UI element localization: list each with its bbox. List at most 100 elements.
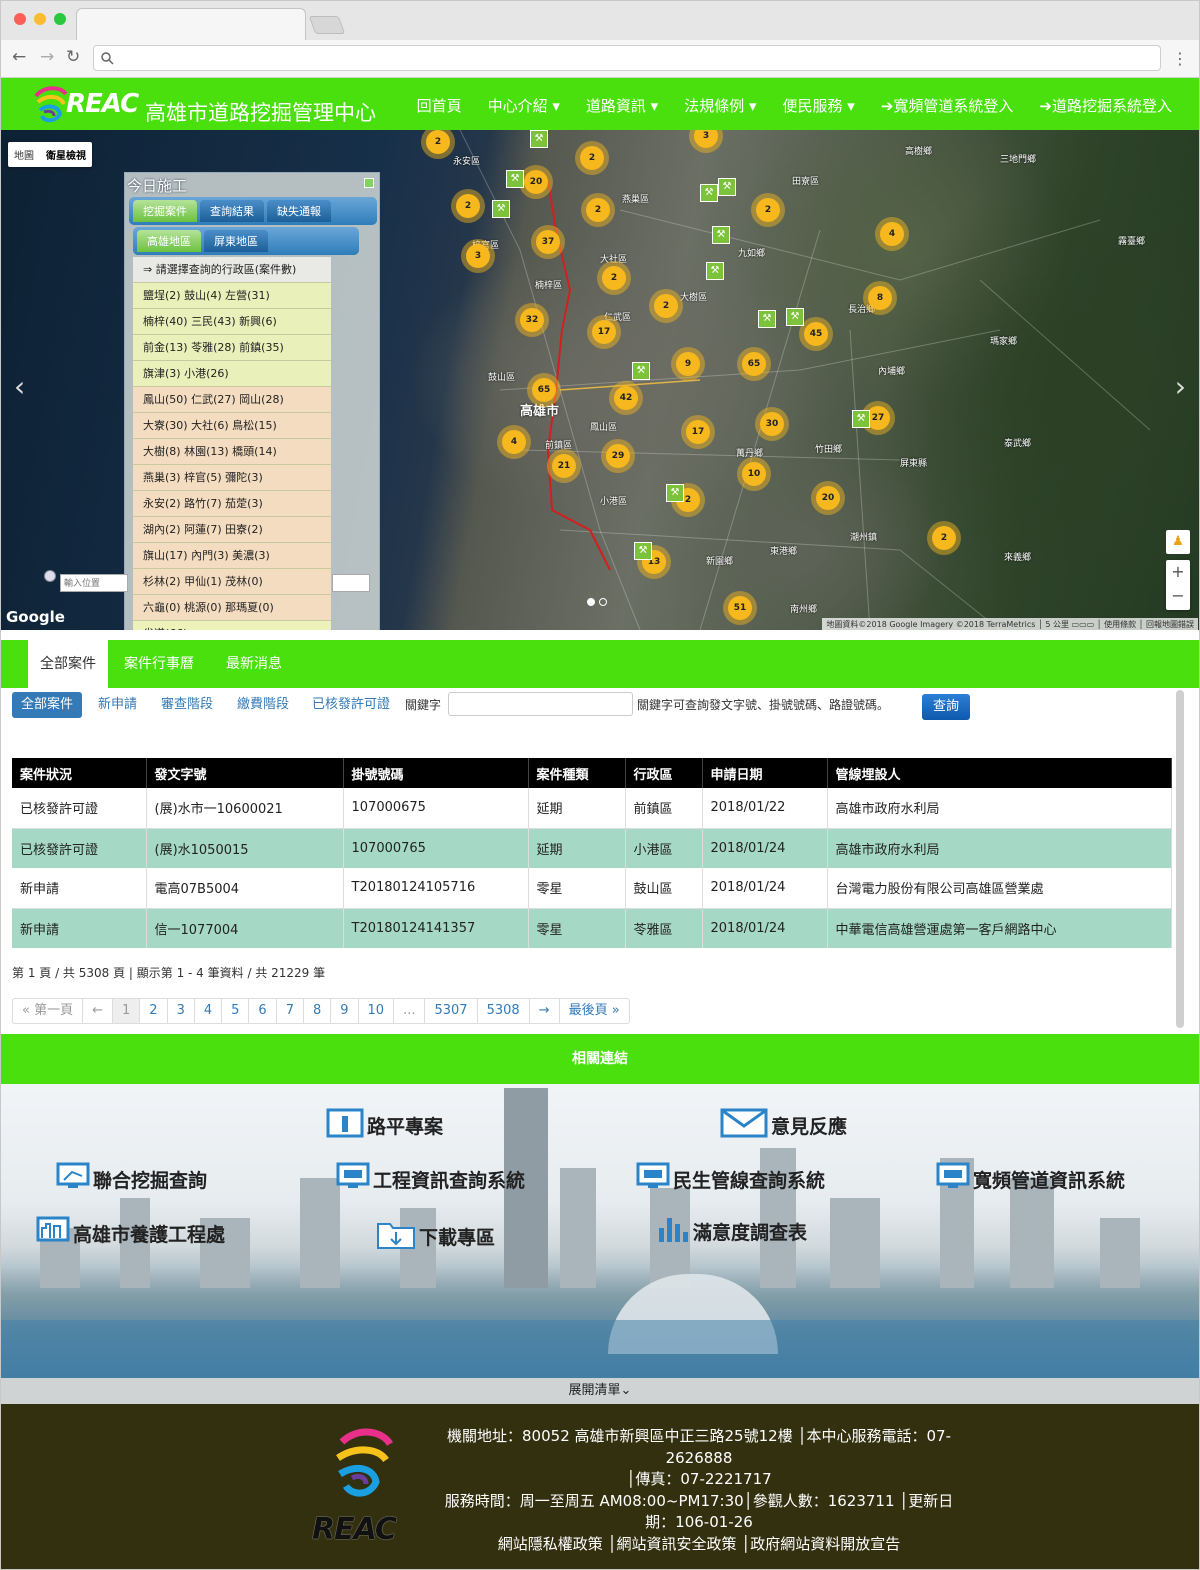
case-cluster[interactable]: 9 — [676, 352, 700, 376]
map-type-satellite[interactable]: 衛星檢視 — [40, 142, 92, 167]
district-row[interactable]: 省道(66) — [133, 621, 331, 630]
case-cluster[interactable]: 17 — [686, 420, 710, 444]
pager-page[interactable]: 8 — [302, 999, 330, 1023]
worker-marker-icon[interactable]: ⚒ — [666, 484, 684, 502]
nav-home[interactable]: 回首頁 — [417, 95, 462, 116]
scrollbar[interactable] — [1176, 690, 1184, 1028]
case-cluster[interactable]: 65 — [532, 378, 556, 402]
pager-first[interactable]: « 第一頁 — [13, 999, 82, 1023]
pager-prev[interactable]: ← — [82, 999, 112, 1023]
maximize-window-icon[interactable] — [54, 13, 66, 25]
case-cluster[interactable]: 20 — [816, 486, 840, 510]
tab-all-cases[interactable]: 全部案件 — [28, 640, 108, 688]
case-cluster[interactable]: 2 — [586, 198, 610, 222]
pager-page[interactable]: 4 — [193, 999, 221, 1023]
location-input-extension[interactable] — [332, 574, 370, 592]
pager-next[interactable]: → — [528, 999, 559, 1023]
case-cluster[interactable]: 30 — [760, 412, 784, 436]
district-row[interactable]: 楠梓(40) 三民(43) 新興(6) — [133, 309, 331, 335]
carousel-prev-icon[interactable]: ‹ — [14, 370, 25, 403]
link-maintenance-office[interactable]: 高雄市養護工程處 — [36, 1216, 225, 1251]
district-row[interactable]: 鹽埕(2) 鼓山(4) 左營(31) — [133, 283, 331, 309]
district-row[interactable]: 湖內(2) 阿蓮(7) 田寮(2) — [133, 517, 331, 543]
link-utility-pipeline[interactable]: 民生管線查詢系統 — [636, 1162, 825, 1197]
case-cluster[interactable]: 2 — [654, 294, 678, 318]
link-feedback[interactable]: 意見反應 — [720, 1108, 847, 1143]
worker-marker-icon[interactable]: ⚒ — [506, 170, 524, 188]
footer-policy-links[interactable]: 網站隱私權政策 │網站資訊安全政策 │政府網站資料開放宣告 — [414, 1534, 984, 1556]
case-cluster[interactable]: 2 — [580, 146, 604, 170]
district-row[interactable]: 六龜(0) 桃源(0) 那瑪夏(0) — [133, 595, 331, 621]
district-row[interactable]: 旗津(3) 小港(26) — [133, 361, 331, 387]
district-row[interactable]: 旗山(17) 內門(3) 美濃(3) — [133, 543, 331, 569]
worker-marker-icon[interactable]: ⚒ — [634, 542, 652, 560]
link-downloads[interactable]: 下載專區 — [376, 1218, 495, 1255]
pager-page[interactable]: 2 — [139, 999, 166, 1023]
case-cluster[interactable]: 8 — [868, 286, 892, 310]
tab-excavation-cases[interactable]: 挖掘案件 — [133, 200, 197, 222]
district-row[interactable]: 鳳山(50) 仁武(27) 岡山(28) — [133, 387, 331, 413]
district-row[interactable]: 永安(2) 路竹(7) 茄萣(3) — [133, 491, 331, 517]
worker-marker-icon[interactable]: ⚒ — [718, 178, 736, 196]
close-window-icon[interactable] — [14, 13, 26, 25]
nav-excavation-login[interactable]: ➔道路挖掘系統登入 — [1039, 95, 1172, 116]
case-cluster[interactable]: 17 — [592, 320, 616, 344]
pager-page[interactable]: 5308 — [476, 999, 529, 1023]
pager-page[interactable]: 9 — [330, 999, 357, 1023]
kebab-menu-icon[interactable]: ⋮ — [1172, 49, 1188, 68]
case-cluster[interactable]: 45 — [804, 322, 828, 346]
case-cluster[interactable]: 2 — [932, 526, 956, 550]
case-cluster[interactable]: 21 — [552, 454, 576, 478]
address-bar[interactable] — [93, 45, 1161, 71]
link-engineering-info[interactable]: 工程資訊查詢系統 — [336, 1162, 525, 1197]
worker-marker-icon[interactable]: ⚒ — [786, 308, 804, 326]
worker-marker-icon[interactable]: ⚒ — [758, 310, 776, 328]
case-cluster[interactable]: 2 — [756, 198, 780, 222]
case-cluster[interactable]: 51 — [728, 596, 752, 620]
keyword-input[interactable] — [448, 692, 633, 716]
case-cluster[interactable]: 4 — [880, 222, 904, 246]
case-cluster[interactable]: 4 — [502, 430, 526, 454]
worker-marker-icon[interactable]: ⚒ — [852, 410, 870, 428]
street-view-pegman-icon[interactable]: ♟ — [1166, 530, 1190, 554]
back-icon[interactable]: ← — [12, 47, 26, 67]
worker-marker-icon[interactable]: ⚒ — [700, 184, 718, 202]
worker-marker-icon[interactable]: ⚒ — [492, 200, 510, 218]
construction-map[interactable]: 地圖 衛星檢視 永安區 燕巢區 田寮區 高樹鄉 三地門鄉 霧臺鄉 梓官區 九如鄉… — [0, 130, 1200, 630]
link-joint-excavation[interactable]: 聯合挖掘查詢 — [56, 1162, 207, 1197]
nav-road-info[interactable]: 道路資訊 ▾ — [586, 95, 658, 116]
query-button[interactable]: 查詢 — [922, 694, 970, 720]
filter-all[interactable]: 全部案件 — [12, 692, 83, 718]
minimize-window-icon[interactable] — [34, 13, 46, 25]
zoom-in-icon[interactable]: + — [1166, 560, 1190, 584]
reload-icon[interactable]: ↻ — [66, 47, 80, 67]
browser-tab[interactable] — [76, 8, 306, 40]
tab-pingtung[interactable]: 屏東地區 — [204, 230, 268, 252]
nav-services[interactable]: 便民服務 ▾ — [783, 95, 855, 116]
carousel-dot-active[interactable] — [587, 598, 595, 606]
case-cluster[interactable]: 42 — [614, 386, 638, 410]
tab-latest-news[interactable]: 最新消息 — [214, 640, 294, 688]
pager-page[interactable]: 7 — [275, 999, 303, 1023]
tab-case-calendar[interactable]: 案件行事曆 — [112, 640, 206, 688]
case-cluster[interactable]: 2 — [426, 130, 450, 154]
district-row[interactable]: 杉林(2) 甲仙(1) 茂林(0) — [133, 569, 331, 595]
carousel-next-icon[interactable]: › — [1175, 370, 1186, 403]
map-type-map[interactable]: 地圖 — [8, 142, 40, 167]
case-cluster[interactable]: 32 — [520, 308, 544, 332]
filter-review[interactable]: 審查階段 — [152, 692, 222, 718]
worker-marker-icon[interactable]: ⚒ — [632, 362, 650, 380]
forward-icon[interactable]: → — [40, 47, 54, 67]
nav-about[interactable]: 中心介紹 ▾ — [488, 95, 560, 116]
site-logo[interactable]: REAC — [30, 82, 139, 126]
filter-payment[interactable]: 繳費階段 — [228, 692, 298, 718]
district-row[interactable]: 大寮(30) 大社(6) 鳥松(15) — [133, 413, 331, 439]
zoom-out-icon[interactable]: − — [1166, 584, 1190, 608]
pager-page[interactable]: 5307 — [424, 999, 476, 1023]
link-satisfaction-survey[interactable]: 滿意度調查表 — [656, 1214, 807, 1249]
link-road-flat-project[interactable]: 路平專案 — [326, 1108, 443, 1143]
link-broadband-pipeline[interactable]: 寬頻管道資訊系統 — [936, 1162, 1125, 1197]
tab-query-results[interactable]: 查詢結果 — [200, 200, 264, 222]
district-row[interactable]: 前金(13) 苓雅(28) 前鎮(35) — [133, 335, 331, 361]
pager-page[interactable]: 5 — [221, 999, 248, 1023]
